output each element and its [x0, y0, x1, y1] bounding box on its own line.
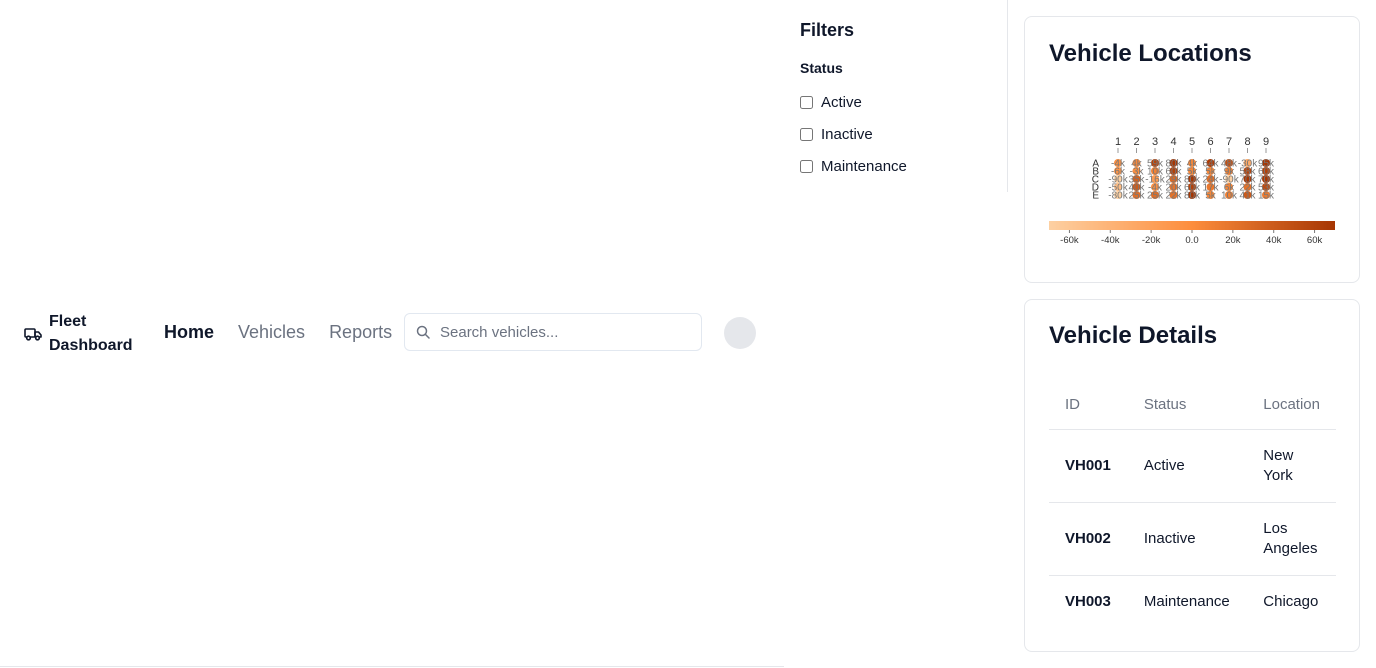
heatmap-cell-label: 25k — [1147, 191, 1164, 202]
filter-maintenance-checkbox[interactable] — [800, 159, 813, 173]
filter-active-label: Active — [821, 93, 862, 111]
vehicle-id: VH002 — [1049, 502, 1128, 576]
colorbar-tick: 60k — [1307, 235, 1323, 246]
top-navbar: Fleet Dashboard Home Vehicles Reports — [0, 300, 784, 366]
vehicle-location: New York — [1247, 429, 1336, 503]
column-header-location[interactable]: Location — [1247, 380, 1336, 430]
heatmap-cell-label: 5k — [1205, 191, 1217, 202]
vehicle-location: Los Angeles — [1247, 502, 1336, 576]
filter-maintenance-label: Maintenance — [821, 157, 907, 175]
heatmap-x-tick: 1 — [1115, 136, 1121, 148]
filter-inactive-checkbox[interactable] — [800, 127, 813, 141]
vehicle-status: Active — [1127, 429, 1248, 503]
heatmap-cell-label: 80k — [1184, 191, 1201, 202]
vehicle-status: Maintenance — [1143, 593, 1230, 610]
heatmap-cell-label: 15k — [1258, 191, 1275, 202]
vehicle-status: Inactive — [1127, 502, 1248, 576]
filters-divider — [1007, 0, 1008, 192]
colorbar-tick: -20k — [1142, 235, 1161, 246]
brand-line-1: Fleet — [49, 313, 87, 330]
nav-home[interactable]: Home — [164, 320, 214, 344]
column-header-id[interactable]: ID — [1049, 380, 1128, 430]
filters-title: Filters — [800, 20, 855, 40]
heatmap-cell-label: 41k — [1239, 191, 1256, 202]
column-header-status[interactable]: Status — [1127, 380, 1248, 430]
truck-icon — [24, 328, 42, 341]
heatmap-x-tick: 6 — [1207, 136, 1213, 148]
filter-active[interactable]: Active — [800, 86, 1007, 118]
colorbar — [1049, 221, 1335, 230]
colorbar-tick: 0.0 — [1185, 235, 1198, 246]
vehicle-id: VH003 — [1065, 593, 1111, 610]
vehicle-location: Chicago — [1263, 593, 1319, 610]
heatmap-x-tick: 9 — [1263, 136, 1269, 148]
table-header-row: ID Status Location — [1049, 380, 1336, 430]
table-row[interactable]: VH002 Inactive Los Angeles — [1049, 502, 1336, 576]
heatmap-x-tick: 7 — [1226, 136, 1232, 148]
filter-inactive[interactable]: Inactive — [800, 118, 1007, 150]
heatmap-cell-label: 25k — [1128, 191, 1145, 202]
filter-maintenance[interactable]: Maintenance — [800, 150, 1007, 182]
vehicle-locations-title: Vehicle Locations — [1049, 40, 1252, 67]
heatmap-x-tick: 8 — [1244, 136, 1250, 148]
heatmap-x-tick: 4 — [1170, 136, 1176, 148]
vehicle-locations-card: Vehicle Locations 1 2 3 4 5 6 7 8 9 A B C D E -4k 4k 59k… — [1024, 16, 1360, 283]
heatmap-cell-label: 10k — [1221, 191, 1238, 202]
colorbar-tick: -40k — [1101, 235, 1120, 246]
heatmap-x-tick: 2 — [1133, 136, 1139, 148]
avatar[interactable] — [724, 317, 756, 349]
filter-active-checkbox[interactable] — [800, 95, 813, 109]
main-nav: Home Vehicles Reports — [164, 320, 392, 344]
search-input[interactable] — [438, 322, 692, 342]
heatmap-x-tick: 5 — [1189, 136, 1195, 148]
colorbar-tick: 20k — [1225, 235, 1241, 246]
heatmap-cell-label: 22k — [1165, 191, 1182, 202]
table-row[interactable]: VH003 Maintenance Chicago — [1049, 576, 1336, 629]
brand[interactable]: Fleet Dashboard — [24, 310, 149, 358]
search-icon — [416, 325, 430, 339]
filter-inactive-label: Inactive — [821, 125, 873, 143]
brand-line-2: Dashboard — [49, 337, 133, 354]
status-heading: Status — [800, 60, 843, 76]
table-row[interactable]: VH001 Active New York — [1049, 429, 1336, 503]
search-box[interactable] — [404, 313, 702, 351]
vehicle-table: ID Status Location VH001 Active New York… — [1049, 380, 1336, 628]
brand-name: Fleet Dashboard — [49, 310, 149, 358]
vehicle-locations-heatmap[interactable]: 1 2 3 4 5 6 7 8 9ABCDE-4k 4k 59k 80k 4k 64k 48k -30k 95k… — [1049, 107, 1337, 267]
heatmap-x-tick: 3 — [1152, 136, 1158, 148]
filters-panel: Filters Status Active Inactive Maintenan… — [800, 18, 1007, 192]
colorbar-tick: -60k — [1060, 235, 1079, 246]
colorbar-tick: 40k — [1266, 235, 1282, 246]
heatmap-y-tick: E — [1092, 191, 1099, 202]
nav-reports[interactable]: Reports — [329, 320, 392, 344]
nav-vehicles[interactable]: Vehicles — [238, 320, 305, 344]
vehicle-details-card: Vehicle Details ID Status Location VH001… — [1024, 299, 1360, 652]
vehicle-id: VH001 — [1049, 429, 1128, 503]
vehicle-details-title: Vehicle Details — [1049, 322, 1218, 349]
heatmap-cell-label: -80k — [1108, 191, 1128, 202]
divider — [0, 666, 784, 667]
